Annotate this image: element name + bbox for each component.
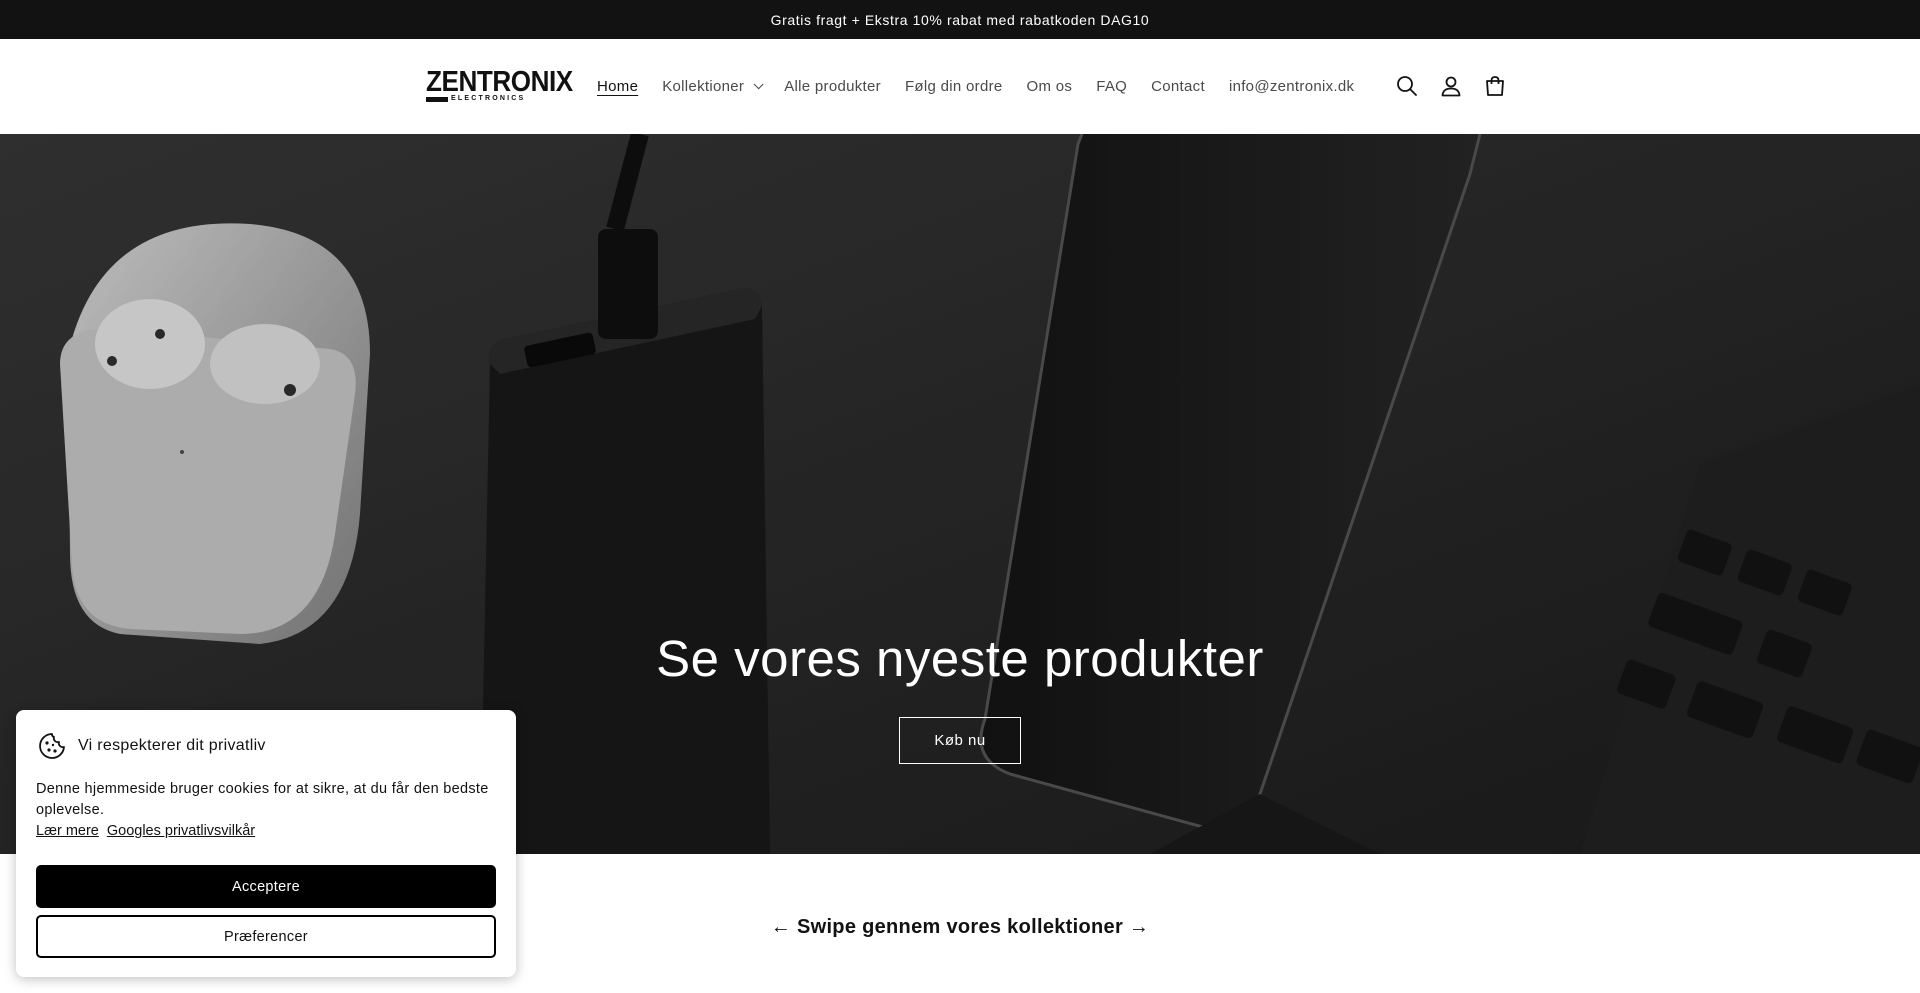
nav-email[interactable]: info@zentronix.dk	[1229, 78, 1354, 95]
hero-title: Se vores nyeste produkter	[656, 630, 1264, 687]
nav-foelg-din-ordre[interactable]: Følg din ordre	[905, 78, 1003, 95]
cart-icon[interactable]	[1473, 69, 1517, 103]
announcement-text: Gratis fragt + Ekstra 10% rabat med raba…	[770, 11, 1150, 28]
logo-tagline: ELECTRONICS	[451, 95, 526, 102]
site-header: ZENTRONIX ELECTRONICS Home Kollektioner …	[0, 39, 1920, 134]
logo-wordmark: ZENTRONIX	[426, 66, 573, 98]
account-icon[interactable]	[1429, 69, 1473, 103]
cookie-links: Lær mere Googles privatlivsvilkår	[36, 823, 263, 839]
nav-contact[interactable]: Contact	[1151, 78, 1205, 95]
cookie-title: Vi respekterer dit privatliv	[78, 737, 266, 754]
cookie-description: Denne hjemmeside bruger cookies for at s…	[36, 781, 489, 818]
nav-faq[interactable]: FAQ	[1096, 78, 1127, 95]
nav-alle-produkter[interactable]: Alle produkter	[784, 78, 881, 95]
preferences-button[interactable]: Præferencer	[36, 915, 496, 958]
accept-cookies-button[interactable]: Acceptere	[36, 865, 496, 908]
header-icons	[1385, 69, 1517, 103]
learn-more-link[interactable]: Lær mere	[36, 823, 99, 839]
nav-om-os[interactable]: Om os	[1027, 78, 1073, 95]
google-privacy-link[interactable]: Googles privatlivsvilkår	[107, 823, 255, 839]
logo-subline: ELECTRONICS	[426, 95, 558, 103]
nav-kollektioner-label: Kollektioner	[662, 78, 745, 95]
nav-kollektioner[interactable]: Kollektioner	[662, 78, 764, 95]
shop-now-button[interactable]: Køb nu	[899, 717, 1021, 764]
search-icon[interactable]	[1385, 69, 1429, 103]
announcement-bar: Gratis fragt + Ekstra 10% rabat med raba…	[0, 0, 1920, 39]
nav-home[interactable]: Home	[597, 78, 638, 95]
cookie-banner: Vi respekterer dit privatliv Denne hjemm…	[16, 710, 516, 977]
cookie-header: Vi respekterer dit privatliv	[38, 732, 266, 760]
chevron-down-icon	[753, 79, 764, 90]
logo[interactable]: ZENTRONIX ELECTRONICS	[426, 66, 573, 103]
main-nav: Home Kollektioner Alle produkter Følg di…	[585, 39, 1366, 134]
cookie-icon	[38, 732, 66, 760]
